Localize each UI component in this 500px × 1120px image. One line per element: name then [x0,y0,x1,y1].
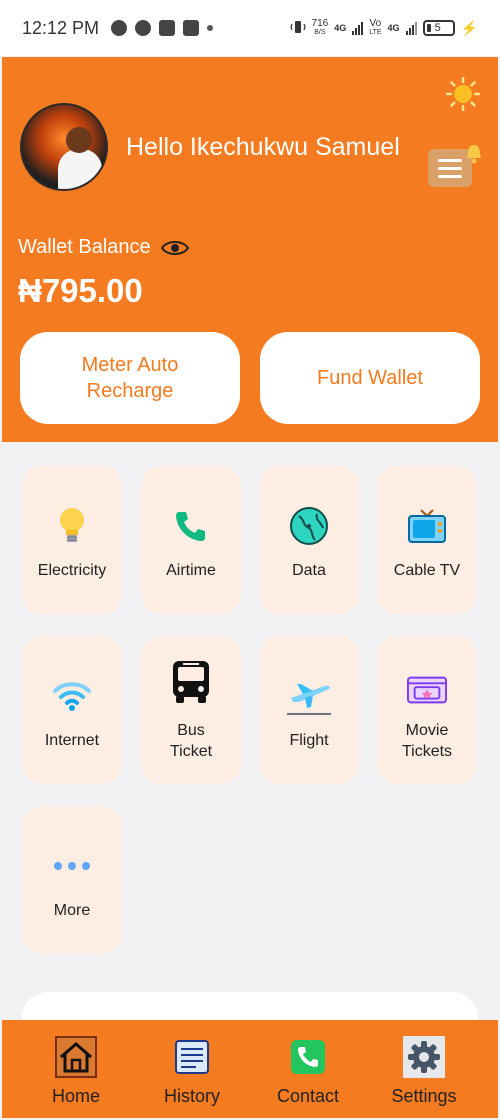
service-label: Movie Tickets [377,720,477,762]
speed-unit: B/S [314,29,326,36]
service-label: Flight [289,732,329,749]
signal-icon-2 [405,21,417,35]
volte-bottom: LTE [369,29,382,36]
notification-bell-icon[interactable] [466,143,482,165]
movie-tickets-label-text: Movie Tickets [401,722,453,760]
bus-icon [171,661,211,703]
service-cable-tv[interactable]: Cable TV [377,466,477,614]
network-type-3: 4G [387,23,400,33]
vibrate-icon [289,20,306,37]
status-bar: 12:12 PM 716 B/S 4G Vo LTE 4G 5 ⚡ [0,0,500,56]
service-movie-tickets[interactable]: Movie Tickets [377,636,477,784]
bitcoin-icon [111,20,128,36]
discord-icon [135,20,152,36]
avatar[interactable] [20,103,108,191]
nav-contact[interactable]: Contact [260,1036,356,1107]
nav-label-history: History [163,1086,220,1106]
signal-icon [352,21,364,35]
settings-gear-icon [403,1036,445,1078]
service-label: More [53,902,91,919]
airplane-icon [285,676,333,716]
greeting: Hello Ikechukwu Samuel [126,133,400,161]
tiktok-icon [159,20,176,36]
service-more[interactable]: More [22,806,122,954]
lightbulb-icon [52,506,92,546]
ticket-icon [407,670,447,710]
wallet-balance-label: Wallet Balance [18,236,189,259]
theme-toggle-sun-icon[interactable] [446,77,480,111]
tv-icon [407,506,447,546]
bible-icon [183,20,200,36]
network-type-1: 4G [334,23,347,33]
globe-icon [289,506,329,546]
dot-icon [207,25,214,31]
service-label: Cable TV [393,562,461,579]
service-label: Internet [44,732,100,749]
status-time: 12:12 PM [22,17,100,38]
meter-auto-recharge-button[interactable]: Meter Auto Recharge [20,332,240,424]
service-bus-ticket[interactable]: Bus Ticket [141,636,241,784]
phone-icon [171,506,211,546]
service-label: Bus Ticket [141,720,241,762]
wallet-balance-amount: ₦795.00 [18,272,143,309]
speed-value: 716 [311,18,329,29]
wifi-icon [52,676,92,716]
more-dots-icon [52,846,92,886]
history-icon [171,1036,213,1078]
service-label: Electricity [37,562,107,579]
menu-icon [438,158,462,162]
eye-icon[interactable] [160,239,189,257]
status-right: 716 B/S 4G Vo LTE 4G 5 ⚡ [289,19,478,37]
fund-wallet-button[interactable]: Fund Wallet [260,332,480,424]
nav-home[interactable]: Home [28,1036,124,1107]
volte-indicator: Vo LTE [369,19,381,37]
home-icon [55,1036,97,1078]
nav-label-settings: Settings [391,1086,457,1106]
service-electricity[interactable]: Electricity [22,466,122,614]
battery-level: 5 [434,22,441,34]
nav-label-contact: Contact [276,1086,340,1106]
nav-settings[interactable]: Settings [376,1036,472,1107]
service-label: Airtime [166,562,216,579]
bottom-nav: Home History Contact Settings [2,1020,498,1118]
network-speed: 716 B/S [312,19,329,37]
service-internet[interactable]: Internet [22,636,122,784]
header: Hello Ikechukwu Samuel Wallet Balance ₦7… [2,57,498,442]
battery-icon: 5 [422,20,455,36]
service-flight[interactable]: Flight [259,636,359,784]
contact-phone-icon [287,1036,329,1078]
service-airtime[interactable]: Airtime [141,466,241,614]
notification-icons [111,20,214,36]
wallet-label-text: Wallet Balance [18,236,151,258]
bus-ticket-label-text: Bus Ticket [169,722,213,760]
charging-icon: ⚡ [460,19,478,36]
service-label: Data [292,562,326,579]
nav-label-home: Home [51,1086,100,1106]
service-data[interactable]: Data [259,466,359,614]
volte-top: Vo [369,18,382,29]
nav-history[interactable]: History [144,1036,240,1107]
